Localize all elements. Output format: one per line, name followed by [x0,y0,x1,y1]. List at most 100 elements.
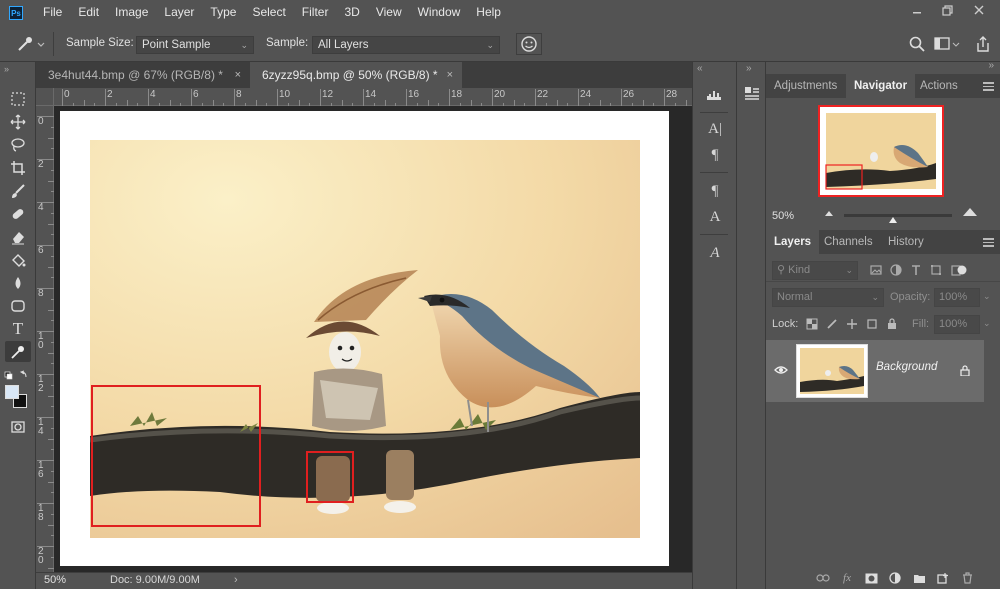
character-panel-icon[interactable]: A| [702,118,728,140]
layer-name[interactable]: Background [876,361,937,373]
menu-window[interactable]: Window [410,0,469,26]
close-icon[interactable]: × [235,62,241,88]
collapse-strip-icon[interactable]: » [746,63,752,74]
filter-toggle-icon[interactable] [956,264,968,276]
navigator-zoom-slider[interactable] [844,214,952,217]
panel-menu-icon[interactable] [983,238,994,249]
menu-3d[interactable]: 3D [336,0,367,26]
new-layer-icon[interactable] [936,572,950,584]
glyphs-icon[interactable]: A [702,242,728,264]
expand-strip-icon[interactable]: « [697,63,703,74]
workspace-icon[interactable] [934,36,960,52]
sample-select[interactable]: All Layers ⌄ [312,36,500,54]
lock-position-icon[interactable] [846,318,858,330]
eraser-tool-icon[interactable] [5,226,31,247]
shape-tool-icon[interactable] [5,295,31,316]
chevron-down-icon[interactable]: ⌄ [983,291,991,302]
zoom-in-icon[interactable] [962,207,978,217]
blur-tool-icon[interactable] [5,272,31,293]
pixel-filter-icon[interactable] [870,264,882,276]
close-window-button[interactable] [963,0,994,20]
type-filter-icon[interactable] [910,264,922,276]
menu-type[interactable]: Type [202,0,244,26]
tab-document-1[interactable]: 3e4hut44.bmp @ 67% (RGB/8) * × [36,62,250,88]
tab-actions[interactable]: Actions [912,74,966,98]
tab-history[interactable]: History [880,230,932,254]
tab-adjustments[interactable]: Adjustments [766,74,845,98]
separator [700,112,728,113]
shape-filter-icon[interactable] [930,264,942,276]
zoom-level[interactable]: 50% [44,574,66,586]
tab-document-2[interactable]: 6zyzz95q.bmp @ 50% (RGB/8) * × [250,62,462,88]
chevron-down-icon[interactable]: ⌄ [983,318,991,329]
lock-artboard-icon[interactable] [866,318,878,330]
foreground-color-swatch[interactable] [5,385,19,399]
add-mask-icon[interactable] [864,572,878,584]
collapse-panels-icon[interactable]: » [988,60,994,71]
delete-layer-trash-icon[interactable] [960,572,974,584]
lasso-tool-icon[interactable] [5,134,31,155]
properties-icon[interactable] [743,84,761,102]
brush-tool-icon[interactable] [5,180,31,201]
layer-style-fx-icon[interactable]: fx [840,572,854,584]
properties-strip: » [736,62,766,589]
face-aware-button[interactable] [516,33,542,55]
character-styles-icon[interactable]: A [702,206,728,228]
eyedropper-tool-icon[interactable] [5,341,31,362]
menu-file[interactable]: File [35,0,70,26]
navigator-zoom-value[interactable]: 50% [772,210,794,222]
link-layers-icon[interactable] [816,572,830,584]
menu-view[interactable]: View [368,0,410,26]
new-group-folder-icon[interactable] [912,572,926,584]
sample-size-select[interactable]: Point Sample ⌄ [136,36,254,54]
tab-layers[interactable]: Layers [766,230,820,254]
healing-tool-icon[interactable] [5,203,31,224]
search-icon[interactable] [909,36,925,52]
adjustment-filter-icon[interactable] [890,264,902,276]
menu-filter[interactable]: Filter [294,0,337,26]
menu-select[interactable]: Select [244,0,293,26]
swap-colors-icon[interactable] [4,370,32,380]
marquee-tool-icon[interactable] [5,88,31,109]
menu-edit[interactable]: Edit [70,0,107,26]
minimize-button[interactable] [901,0,932,20]
type-tool-icon[interactable]: T [5,318,31,339]
lock-all-icon[interactable] [886,318,898,330]
tab-channels[interactable]: Channels [816,230,881,254]
close-icon[interactable]: × [447,62,453,88]
ruler-origin[interactable] [36,88,54,106]
blend-mode-select[interactable]: Normal ⌄ [772,288,884,307]
menu-help[interactable]: Help [468,0,509,26]
visibility-eye-icon[interactable] [774,365,788,375]
tab-navigator[interactable]: Navigator [846,74,916,98]
menu-image[interactable]: Image [107,0,156,26]
paint-bucket-tool-icon[interactable] [5,249,31,270]
move-tool-icon[interactable] [5,111,31,132]
panel-menu-icon[interactable] [983,82,994,93]
menu-layer[interactable]: Layer [156,0,202,26]
collapse-toolbar-icon[interactable]: » [4,64,9,74]
zoom-out-icon[interactable] [824,209,834,217]
sample-label: Sample: [266,37,309,49]
lock-transparent-pixels-icon[interactable] [806,318,818,330]
crop-tool-icon[interactable] [5,157,31,178]
zoom-slider-handle[interactable] [888,214,898,224]
navigator-thumbnail[interactable] [818,105,944,197]
status-menu-arrow-icon[interactable]: › [234,574,238,586]
eyedropper-preset-icon[interactable] [16,35,46,53]
layer-row-background[interactable]: Background [766,340,984,402]
fill-input[interactable]: 100% [934,315,980,334]
lock-image-pixels-icon[interactable] [826,318,838,330]
ruler-label: 1 4 [38,417,44,437]
window-controls [901,0,994,24]
share-icon[interactable] [975,35,991,53]
adjustment-layer-icon[interactable] [888,572,902,584]
canvas-area[interactable] [54,106,692,572]
paragraph-styles-icon[interactable]: ¶ [702,180,728,202]
layer-filter-select[interactable]: ⚲ Kind ⌄ [772,261,858,280]
quick-mask-icon[interactable] [5,416,31,437]
opacity-input[interactable]: 100% [934,288,980,307]
restore-button[interactable] [932,0,963,20]
paragraph-panel-icon[interactable]: ¶ [702,144,728,166]
histogram-icon[interactable] [702,84,728,106]
